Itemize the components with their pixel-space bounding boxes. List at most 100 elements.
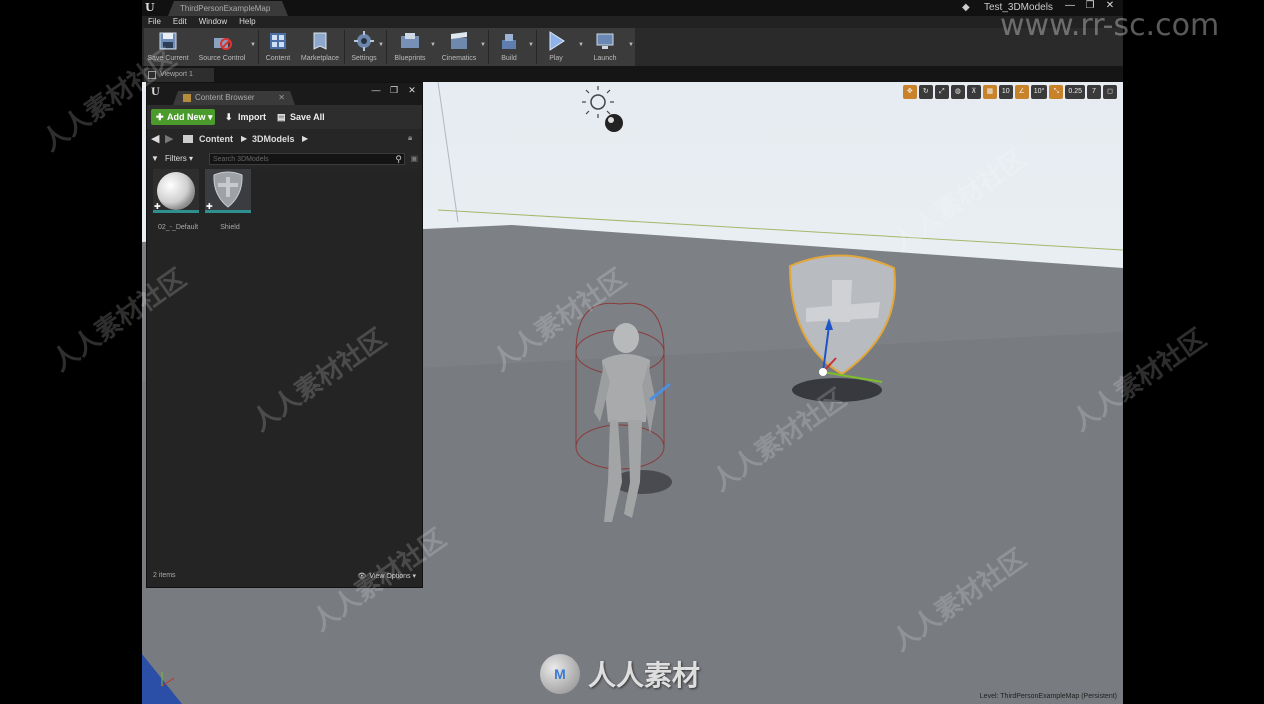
- toolbar-separator: [344, 30, 345, 64]
- world-local-toggle-button[interactable]: ◍: [950, 85, 965, 99]
- sources-toggle-icon[interactable]: ▣: [410, 154, 418, 163]
- breadcrumb-content[interactable]: Content: [199, 132, 233, 146]
- marketplace-label: Marketplace: [300, 55, 340, 62]
- blueprints-dropdown-icon[interactable]: ▼: [430, 42, 436, 48]
- static-mesh-thumbnail: ✚: [205, 169, 251, 213]
- marketplace-button[interactable]: Marketplace: [298, 28, 342, 66]
- grid-snap-toggle-button[interactable]: ▦: [982, 85, 997, 99]
- main-toolbar: Save Current Source Control ▼ Content Ma…: [142, 28, 1123, 66]
- filters-button[interactable]: ▼ Filters ▾: [151, 153, 193, 165]
- content-browser-window: U Content Browser ✕ — ❐ ✕ ✚ Add New ▾ ⬇ …: [146, 82, 423, 588]
- grid-snap-value[interactable]: 10: [998, 85, 1013, 99]
- watermark-logo-text: 人人素材: [588, 659, 701, 692]
- add-new-button[interactable]: ✚ Add New ▾: [151, 109, 215, 125]
- viewport-tab-label: Viewport 1: [160, 71, 193, 78]
- blueprints-button[interactable]: Blueprints: [390, 28, 430, 66]
- add-new-label: Add New: [167, 112, 206, 122]
- filters-label: Filters: [165, 154, 187, 163]
- import-button[interactable]: ⬇ Import: [225, 109, 266, 125]
- back-arrow-icon[interactable]: ◀: [151, 132, 163, 146]
- rotation-snap-value[interactable]: 10°: [1030, 85, 1048, 99]
- cinematics-dropdown-icon[interactable]: ▼: [480, 42, 486, 48]
- unreal-editor-window: U ThirdPersonExampleMap ◆ Test_3DModels …: [142, 0, 1123, 704]
- content-browser-tab[interactable]: Content Browser ✕: [173, 91, 295, 105]
- menu-help[interactable]: Help: [239, 16, 255, 28]
- watermark-logo-icon: M: [540, 654, 580, 694]
- import-icon: ⬇: [225, 112, 233, 122]
- build-label: Build: [501, 55, 517, 62]
- toolbar-separator: [386, 30, 387, 64]
- wall-edge: [437, 82, 459, 223]
- lock-icon[interactable]: 🔒︎: [408, 133, 418, 143]
- breadcrumb-separator-icon[interactable]: ▶: [241, 132, 247, 146]
- menu-file[interactable]: File: [148, 16, 161, 28]
- watermark-url: www.rr-sc.com: [1000, 8, 1220, 43]
- search-input[interactable]: Search 3DModels ⚲: [209, 153, 405, 165]
- rotate-mode-button[interactable]: ↻: [918, 85, 933, 99]
- maximize-viewport-button[interactable]: ◻: [1103, 85, 1117, 99]
- breadcrumb-3dmodels[interactable]: 3DModels: [252, 132, 295, 146]
- surface-snap-button[interactable]: ⊼: [966, 85, 981, 99]
- source-control-dropdown-icon[interactable]: ▼: [250, 42, 256, 48]
- toolbar-separator: [536, 30, 537, 64]
- menu-window[interactable]: Window: [199, 16, 227, 28]
- play-icon: [549, 31, 565, 51]
- shield-shadow: [792, 378, 882, 402]
- save-all-icon: ▤: [277, 112, 286, 122]
- camera-speed-button[interactable]: 7: [1087, 85, 1101, 99]
- directional-light-icon[interactable]: [582, 86, 614, 118]
- launch-icon: [596, 33, 614, 49]
- view-options-label: View Options: [369, 573, 411, 580]
- maximize-button[interactable]: ❐: [388, 85, 400, 95]
- blueprints-icon: [401, 33, 419, 48]
- sky-sphere-icon[interactable]: [605, 114, 623, 132]
- viewport-tab-row: Viewport 1: [142, 66, 1123, 82]
- add-icon: ✚: [156, 112, 164, 122]
- settings-label: Settings: [351, 55, 377, 62]
- content-button[interactable]: Content: [260, 28, 296, 66]
- save-icon: [159, 32, 177, 50]
- minimize-button[interactable]: —: [370, 85, 382, 95]
- level-name-label: Level: ThirdPersonExampleMap (Persistent…: [979, 693, 1117, 700]
- translate-mode-button[interactable]: ✥: [902, 85, 917, 99]
- scale-mode-button[interactable]: ⤢: [934, 85, 949, 99]
- save-all-button[interactable]: ▤ Save All: [277, 109, 325, 125]
- settings-button[interactable]: Settings: [346, 28, 382, 66]
- launch-dropdown-icon[interactable]: ▼: [628, 42, 634, 48]
- watermark-logo: M 人人素材: [540, 654, 700, 694]
- document-tab[interactable]: ThirdPersonExampleMap: [168, 1, 288, 16]
- close-button[interactable]: ✕: [406, 85, 418, 95]
- view-options-button[interactable]: 👁︎ View Options ▾: [357, 572, 416, 580]
- play-button[interactable]: Play: [538, 28, 574, 66]
- toolbar-strip: Save Current Source Control ▼ Content Ma…: [144, 28, 635, 66]
- content-browser-filter-bar: ▼ Filters ▾ Search 3DModels ⚲ ▣: [147, 149, 422, 169]
- content-browser-titlebar[interactable]: U Content Browser ✕ — ❐ ✕: [147, 83, 422, 105]
- build-dropdown-icon[interactable]: ▼: [528, 42, 534, 48]
- save-current-button[interactable]: Save Current: [146, 28, 190, 66]
- content-browser-status-bar: 2 items 👁︎ View Options ▾: [147, 569, 422, 587]
- menu-edit[interactable]: Edit: [173, 16, 187, 28]
- scale-snap-toggle-button[interactable]: ⤡: [1049, 85, 1064, 99]
- eye-icon: 👁︎: [357, 573, 367, 580]
- scale-snap-value[interactable]: 0.25: [1065, 85, 1085, 99]
- viewport-tab[interactable]: Viewport 1: [144, 68, 214, 82]
- breadcrumb-separator-icon[interactable]: ▶: [302, 132, 308, 146]
- cinematics-button[interactable]: Cinematics: [438, 28, 480, 66]
- settings-dropdown-icon[interactable]: ▼: [378, 42, 384, 48]
- content-browser-window-controls: — ❐ ✕: [370, 85, 418, 95]
- source-control-label: Source Control: [198, 55, 246, 62]
- content-browser-actions: ✚ Add New ▾ ⬇ Import ▤ Save All: [147, 105, 422, 129]
- play-dropdown-icon[interactable]: ▼: [578, 42, 584, 48]
- close-tab-icon[interactable]: ✕: [278, 91, 285, 105]
- asset-name: Shield: [220, 224, 240, 231]
- forward-arrow-icon[interactable]: ▶: [165, 132, 177, 146]
- source-control-button[interactable]: Source Control: [194, 28, 250, 66]
- build-button[interactable]: Build: [490, 28, 528, 66]
- rotation-snap-toggle-button[interactable]: ∠: [1014, 85, 1029, 99]
- item-count: 2 items: [153, 572, 176, 579]
- launch-button[interactable]: Launch: [586, 28, 624, 66]
- search-placeholder: Search 3DModels: [213, 156, 269, 163]
- import-label: Import: [238, 112, 266, 122]
- screen: U ThirdPersonExampleMap ◆ Test_3DModels …: [0, 0, 1264, 704]
- content-browser-path-bar: ◀ ▶ Content ▶ 3DModels ▶ 🔒︎: [147, 129, 422, 149]
